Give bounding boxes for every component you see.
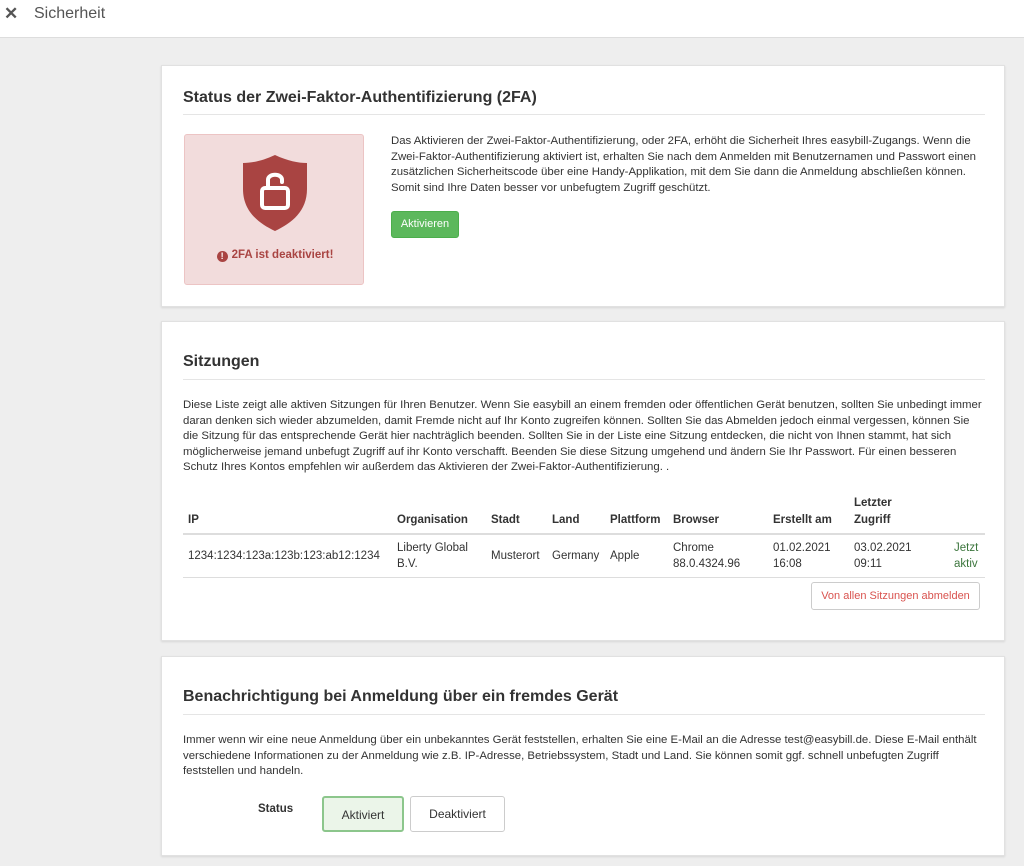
- col-created: Erstellt am: [773, 514, 832, 526]
- cell-browser-line2: 88.0.4324.96: [673, 558, 741, 570]
- exclamation-circle-icon: !: [216, 251, 228, 262]
- sessions-description: Diese Liste zeigt alle aktiven Sitzungen…: [183, 399, 982, 473]
- col-city: Stadt: [491, 514, 520, 526]
- top-bar: ✕ Sicherheit: [0, 0, 1024, 38]
- cell-city: Musterort: [491, 550, 540, 562]
- cell-created-line2: 16:08: [773, 558, 802, 570]
- table-row-divider: [183, 577, 985, 578]
- cell-browser-line1: Chrome: [673, 542, 714, 554]
- cell-last-access-line2: 09:11: [854, 558, 882, 570]
- cell-last-access-line1: 03.02.2021: [854, 542, 912, 554]
- twofa-status-label: 2FA ist deaktiviert!: [231, 249, 334, 261]
- twofa-title: Status der Zwei-Faktor-Authentifizierung…: [183, 89, 537, 106]
- sessions-title: Sitzungen: [183, 353, 260, 370]
- col-browser: Browser: [673, 514, 720, 526]
- activate-2fa-button[interactable]: Aktivieren: [391, 211, 459, 238]
- twofa-status-box: ! 2FA ist deaktiviert!: [184, 134, 364, 285]
- sessions-card: Sitzungen Diese Liste zeigt alle aktiven…: [161, 321, 1005, 641]
- col-last-access-line2: Zugriff: [854, 514, 891, 526]
- notify-status-label: Status: [258, 803, 294, 815]
- notify-divider: [183, 714, 985, 715]
- sessions-divider: [183, 379, 985, 380]
- cell-organisation: Liberty Global B.V.: [397, 540, 468, 572]
- col-last-access-line1: Letzter: [854, 497, 892, 509]
- toggle-deactivated[interactable]: Deaktiviert: [410, 796, 505, 832]
- session-active-line1: Jetzt: [954, 542, 979, 554]
- cell-created: 01.02.2021 16:08: [773, 540, 831, 572]
- table-header-divider: [183, 533, 985, 535]
- col-country: Land: [552, 514, 580, 526]
- session-active-link[interactable]: Jetzt aktiv: [954, 540, 978, 572]
- cell-browser: Chrome 88.0.4324.96: [673, 540, 740, 572]
- toggle-activated[interactable]: Aktiviert: [322, 796, 404, 832]
- cell-organisation-line2: B.V.: [397, 558, 418, 570]
- col-organisation: Organisation: [397, 514, 468, 526]
- col-platform: Plattform: [610, 514, 661, 526]
- session-active-line2: aktiv: [954, 558, 978, 570]
- notify-card: Benachrichtigung bei Anmeldung über ein …: [161, 656, 1005, 856]
- cell-created-line1: 01.02.2021: [773, 542, 831, 554]
- cell-organisation-line1: Liberty Global: [397, 542, 468, 554]
- cell-country: Germany: [552, 550, 600, 562]
- twofa-card: Status der Zwei-Faktor-Authentifizierung…: [161, 65, 1005, 307]
- shield-unlocked-icon: [243, 155, 307, 231]
- cell-platform: Apple: [610, 550, 640, 562]
- col-ip: IP: [188, 514, 199, 526]
- close-icon[interactable]: ✕: [4, 4, 20, 24]
- notify-title: Benachrichtigung bei Anmeldung über ein …: [183, 688, 619, 705]
- page-title: Sicherheit: [34, 5, 106, 22]
- cell-ip: 1234:1234:123a:123b:123:ab12:1234: [188, 550, 380, 562]
- cell-last-access: 03.02.2021 09:11: [854, 540, 912, 572]
- logout-all-sessions-button[interactable]: Von allen Sitzungen abmelden: [811, 582, 980, 610]
- twofa-status: ! 2FA ist deaktiviert!: [185, 249, 365, 262]
- twofa-description: Das Aktivieren der Zwei-Faktor-Authentif…: [391, 135, 977, 194]
- col-last-access: Letzter Zugriff: [854, 495, 892, 529]
- twofa-divider: [183, 114, 985, 115]
- notify-description: Immer wenn wir eine neue Anmeldung über …: [183, 734, 977, 777]
